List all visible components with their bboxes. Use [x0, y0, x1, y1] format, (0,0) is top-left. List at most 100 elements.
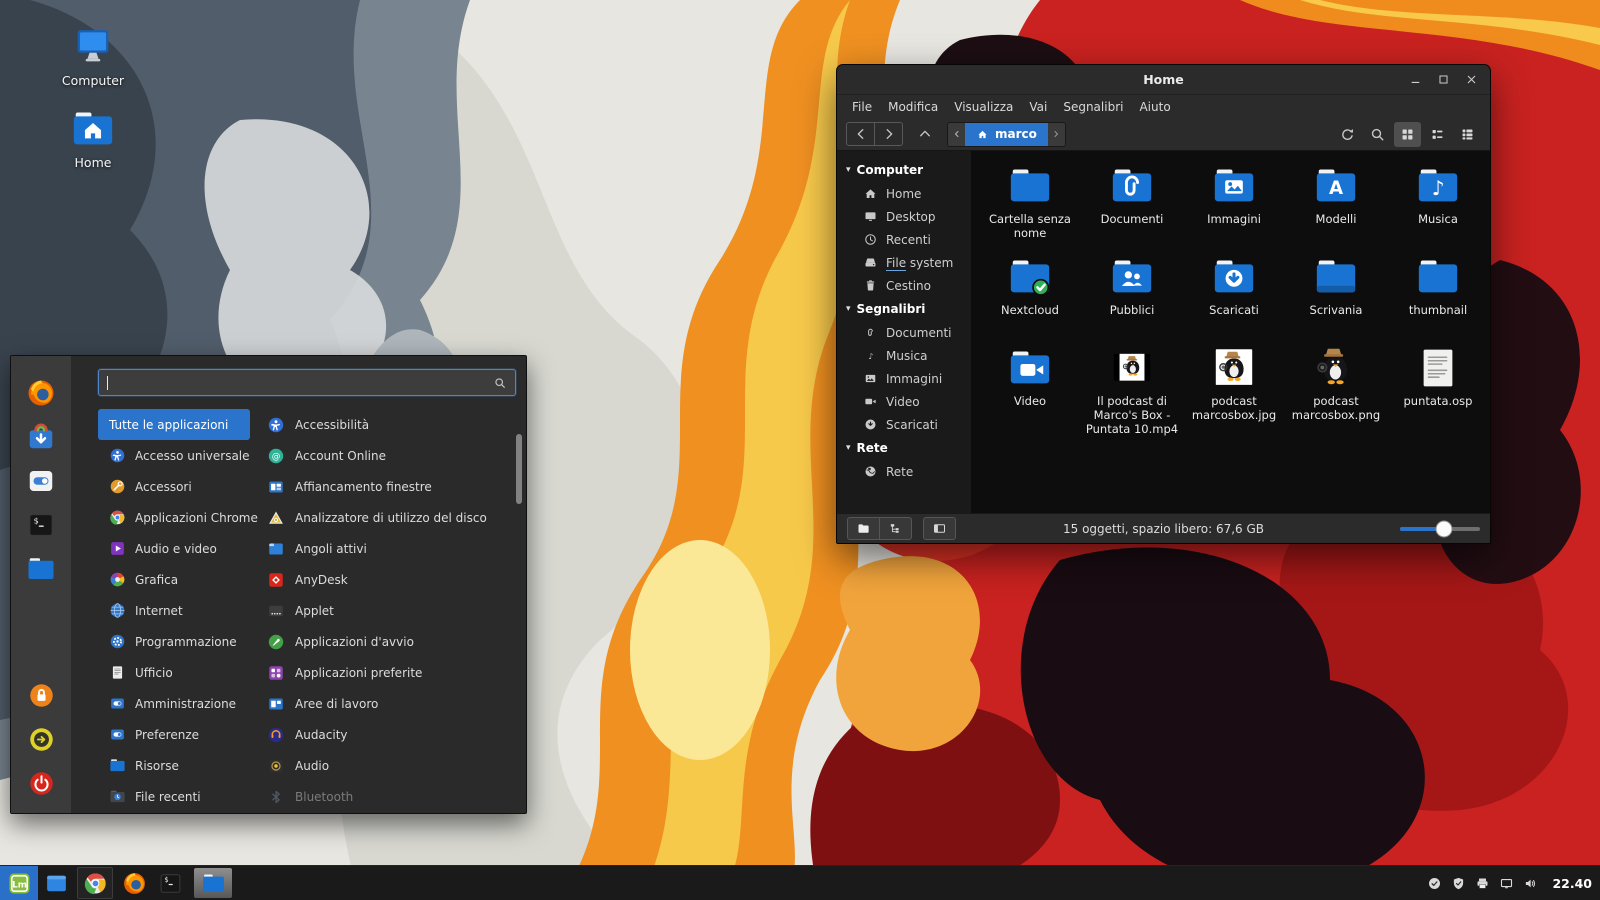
category-item[interactable]: Amministrazione: [98, 688, 250, 719]
app-item[interactable]: Angoli attivi: [267, 533, 516, 564]
file-item[interactable]: podcast marcosbox.png: [1285, 345, 1387, 436]
close-button[interactable]: [1465, 73, 1478, 86]
scrollbar-thumb[interactable]: [516, 434, 522, 504]
compact-view-button[interactable]: [1454, 122, 1481, 147]
category-item[interactable]: Programmazione: [98, 626, 250, 657]
sidebar-item[interactable]: Cestino: [837, 274, 971, 297]
taskbar-terminal[interactable]: $: [152, 866, 188, 900]
sidebar-item[interactable]: Scaricati: [837, 413, 971, 436]
app-item[interactable]: Aree di lavoro: [267, 688, 516, 719]
search-box[interactable]: [98, 369, 516, 396]
sidebar-item[interactable]: Rete: [837, 460, 971, 483]
sidebar-item[interactable]: Immagini: [837, 367, 971, 390]
sidebar-item[interactable]: Desktop: [837, 205, 971, 228]
taskbar-chrome[interactable]: [77, 867, 113, 899]
app-item[interactable]: Analizzatore di utilizzo del disco: [267, 502, 516, 533]
display-tray-icon[interactable]: [1499, 876, 1514, 891]
category-item[interactable]: Tutte le applicazioni: [98, 409, 250, 440]
logout-button[interactable]: [25, 723, 57, 755]
window-titlebar[interactable]: Home: [837, 65, 1490, 95]
category-item[interactable]: Applicazioni Chrome: [98, 502, 258, 533]
menu-4[interactable]: Segnalibri: [1055, 98, 1131, 116]
app-item[interactable]: AnyDesk: [267, 564, 516, 595]
category-item[interactable]: Internet: [98, 595, 250, 626]
sidebar-toggle-button[interactable]: [923, 517, 956, 540]
file-item[interactable]: Immagini: [1183, 163, 1285, 254]
shutdown-button[interactable]: [25, 767, 57, 799]
back-button[interactable]: [847, 123, 874, 145]
search-button[interactable]: [1364, 122, 1391, 147]
file-item[interactable]: Documenti: [1081, 163, 1183, 254]
category-item[interactable]: Accessori: [98, 471, 250, 502]
zoom-slider[interactable]: [1400, 520, 1480, 537]
app-item[interactable]: Applicazioni preferite: [267, 657, 516, 688]
file-item[interactable]: Scrivania: [1285, 254, 1387, 345]
menu-5[interactable]: Aiuto: [1131, 98, 1178, 116]
file-item[interactable]: Scaricati: [1183, 254, 1285, 345]
app-item[interactable]: Applicazioni d'avvio: [267, 626, 516, 657]
desktop-icon-computer[interactable]: Computer: [48, 24, 138, 88]
sidebar-item[interactable]: Home: [837, 182, 971, 205]
favorite-firefox[interactable]: [24, 376, 58, 410]
file-item[interactable]: podcast marcosbox.jpg: [1183, 345, 1285, 436]
minimize-button[interactable]: [1409, 73, 1422, 86]
icon-view-button[interactable]: [1394, 121, 1421, 147]
desktop-icon-home[interactable]: Home: [48, 106, 138, 170]
volume-tray-icon[interactable]: [1523, 876, 1538, 891]
sidebar-section[interactable]: ▾ Computer: [837, 158, 971, 182]
sidebar-item[interactable]: File system: [837, 251, 971, 274]
sidebar-item[interactable]: Recenti: [837, 228, 971, 251]
app-item[interactable]: Applet: [267, 595, 516, 626]
list-view-button[interactable]: [1424, 122, 1451, 147]
category-item[interactable]: Risorse: [98, 750, 250, 781]
file-item[interactable]: Video: [979, 345, 1081, 436]
sidebar-section[interactable]: ▾ Rete: [837, 436, 971, 460]
app-item[interactable]: Audacity: [267, 719, 516, 750]
favorite-system-settings[interactable]: [24, 464, 58, 498]
app-item[interactable]: Audio: [267, 750, 516, 781]
printers-tray-icon[interactable]: [1475, 876, 1490, 891]
taskbar-firefox[interactable]: [116, 866, 152, 900]
file-item[interactable]: puntata.osp: [1387, 345, 1489, 436]
file-item[interactable]: Cartella senza nome: [979, 163, 1081, 254]
file-item[interactable]: Nextcloud: [979, 254, 1081, 345]
sidebar-item[interactable]: Documenti: [837, 321, 971, 344]
category-item[interactable]: File recenti: [98, 781, 250, 812]
file-item[interactable]: ♪ Musica: [1387, 163, 1489, 254]
menu-1[interactable]: Modifica: [880, 98, 946, 116]
sidebar-item[interactable]: Video: [837, 390, 971, 413]
breadcrumb-scroll-left[interactable]: [948, 122, 965, 146]
category-item[interactable]: Preferenze: [98, 719, 250, 750]
file-item[interactable]: thumbnail: [1387, 254, 1489, 345]
menu-2[interactable]: Visualizza: [946, 98, 1021, 116]
search-input[interactable]: [113, 375, 488, 390]
file-item[interactable]: Il podcast di Marco's Box - Puntata 10.m…: [1081, 345, 1183, 436]
treeview-toggle-button[interactable]: [880, 517, 912, 540]
category-item[interactable]: Accesso universale: [98, 440, 250, 471]
app-item[interactable]: Bluetooth: [267, 781, 516, 812]
forward-button[interactable]: [874, 123, 902, 145]
zoom-slider-knob[interactable]: [1435, 520, 1453, 537]
app-item[interactable]: Affiancamento finestre: [267, 471, 516, 502]
reload-button[interactable]: [1334, 122, 1361, 147]
taskbar-show-desktop[interactable]: [38, 866, 74, 900]
category-item[interactable]: Ufficio: [98, 657, 250, 688]
file-item[interactable]: Pubblici: [1081, 254, 1183, 345]
category-item[interactable]: Audio e video: [98, 533, 250, 564]
file-grid[interactable]: Cartella senza nome Documenti Immagini A…: [971, 151, 1490, 513]
taskbar-files[interactable]: [194, 868, 232, 898]
clock[interactable]: 22.40: [1552, 876, 1592, 891]
sidebar-section[interactable]: ▾ Segnalibri: [837, 297, 971, 321]
updates-tray-icon[interactable]: [1427, 876, 1442, 891]
favorite-terminal[interactable]: $: [24, 508, 58, 542]
firewall-tray-icon[interactable]: [1451, 876, 1466, 891]
menu-3[interactable]: Vai: [1021, 98, 1055, 116]
favorite-files[interactable]: [24, 552, 58, 586]
desktop[interactable]: Computer Home Home File Modifica Visualizz…: [0, 0, 1600, 900]
taskbar-menu[interactable]: Lm: [0, 866, 38, 900]
favorite-software-manager[interactable]: [24, 420, 58, 454]
app-item[interactable]: @ Account Online: [267, 440, 516, 471]
sidebar-item[interactable]: ♪ Musica: [837, 344, 971, 367]
maximize-button[interactable]: [1437, 73, 1450, 86]
file-item[interactable]: A Modelli: [1285, 163, 1387, 254]
